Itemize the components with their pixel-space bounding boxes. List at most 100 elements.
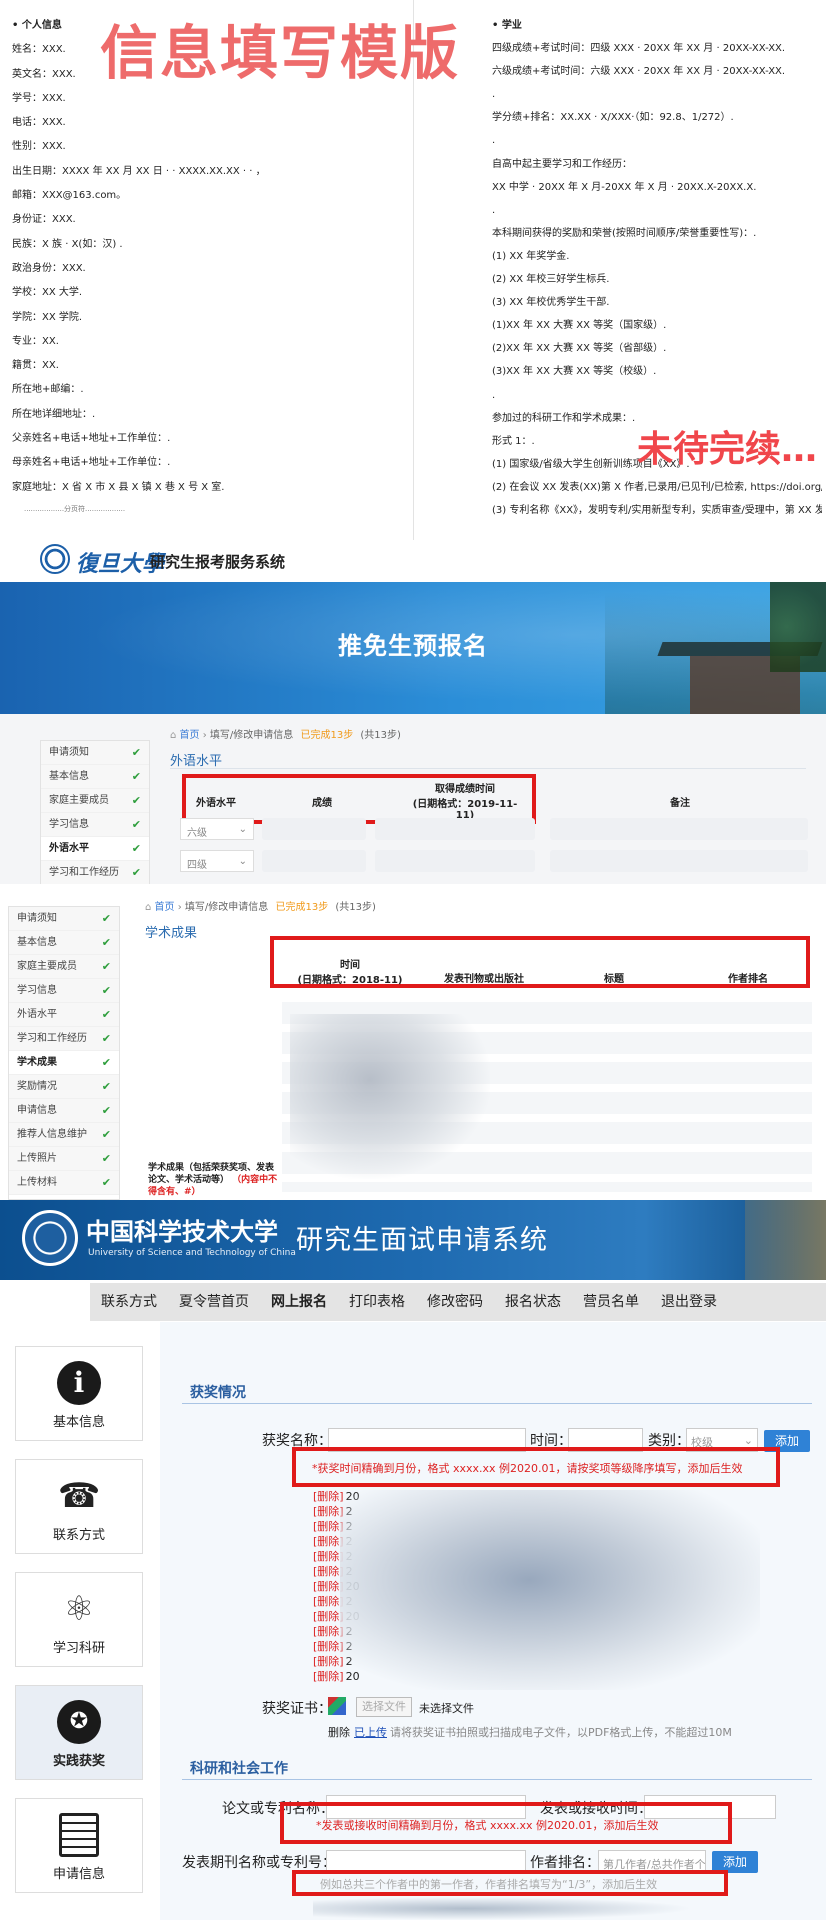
ustc-emblem-icon — [22, 1210, 78, 1266]
sidebar-item[interactable]: 外语水平 ✔ — [41, 837, 149, 861]
sidebar-item[interactable]: 学习信息 ✔ — [41, 813, 149, 837]
nav-item[interactable]: 网上报名 — [260, 1283, 338, 1321]
template-line: 邮箱：XXX@163.com。 — [12, 190, 127, 202]
check-icon: ✔ — [101, 936, 111, 949]
sidebar-item[interactable]: 申请须知 ✔ — [41, 741, 149, 765]
template-line: 民族：X 族 · X(如：汉) . — [12, 238, 123, 250]
delete-link[interactable]: [删除] — [313, 1520, 344, 1533]
tile-basic-info[interactable]: i 基本信息 — [15, 1346, 143, 1441]
language-select-2[interactable]: 四级 ⌄ — [180, 850, 254, 872]
nav-item[interactable]: 报名状态 — [494, 1283, 572, 1321]
sidebar-item-label: 学习信息 — [17, 985, 57, 996]
template-line: 政治身份：XXX. — [12, 262, 86, 274]
template-line: (3) 专利名称《XX》，发明专利/实用新型专利，实质审查/受理中，第 XX 发… — [492, 504, 822, 516]
template-document: • 个人信息 姓名：XXX. 英文名：XXX. 学号：XXX. 电话：XXX. 性别：XX… — [0, 0, 826, 540]
delete-link[interactable]: [删除] — [313, 1550, 344, 1563]
cert-delete-link[interactable]: 删除 — [328, 1724, 350, 1740]
date-input-2[interactable] — [375, 850, 535, 872]
breadcrumb-home[interactable]: 首页 — [180, 730, 200, 741]
template-line: 自高中起主要学习和工作经历： — [492, 158, 632, 170]
template-line: 身份证：XXX. — [12, 214, 76, 226]
sidebar-item[interactable]: 基本信息 ✔ — [41, 765, 149, 789]
delete-link[interactable]: [删除] — [313, 1505, 344, 1518]
remark-input-2[interactable] — [550, 850, 808, 872]
score-input-1[interactable] — [262, 818, 366, 840]
ustc-system-name: 研究生面试申请系统 — [296, 1225, 548, 1256]
fudan-language-screen: 申请须知 ✔ 基本信息 ✔ 家庭主要成员 ✔ 学习信息 ✔ 外语水平 ✔ 学习和工作经历 ✔ ⌂ 首页… — [0, 714, 826, 888]
template-line: . — [492, 89, 496, 101]
uploaded-link[interactable]: 已上传 — [354, 1724, 387, 1740]
template-line: (2) XX 年校三好学生标兵. — [492, 274, 610, 286]
tile-research[interactable]: ⚛ 学习科研 — [15, 1572, 143, 1667]
nav-item[interactable]: 打印表格 — [338, 1283, 416, 1321]
check-icon: ✔ — [131, 794, 141, 807]
sidebar-item[interactable]: 学习和工作经历 ✔ — [9, 1027, 119, 1051]
delete-link[interactable]: [删除] — [313, 1625, 344, 1638]
sidebar-item[interactable]: 申请须知 ✔ — [9, 907, 119, 931]
language-select-1[interactable]: 六级 ⌄ — [180, 818, 254, 840]
sidebar-item[interactable]: 推荐人信息维护 ✔ — [9, 1123, 119, 1147]
delete-link[interactable]: [删除] — [313, 1535, 344, 1548]
nav-item[interactable]: 退出登录 — [650, 1283, 728, 1321]
template-line: 所在地详细地址：. — [12, 408, 96, 420]
check-icon: ✔ — [131, 866, 141, 879]
template-line: 父亲姓名+电话+地址+工作单位：. — [12, 433, 171, 445]
delete-link[interactable]: [删除] — [313, 1595, 344, 1608]
total-steps-label: (共13步) — [360, 730, 401, 741]
template-line: 电话：XXX. — [12, 117, 66, 129]
nav-item[interactable]: 联系方式 — [90, 1283, 168, 1321]
template-line: 性别：XXX. — [12, 141, 66, 153]
tile-application[interactable]: 申请信息 — [15, 1798, 143, 1893]
sidebar-item-label: 学术成果 — [17, 1057, 57, 1068]
delete-link[interactable]: [删除] — [313, 1655, 344, 1668]
delete-link[interactable]: [删除] — [313, 1580, 344, 1593]
sidebar-item-label: 家庭主要成员 — [17, 961, 77, 972]
template-line: (2)XX 年 XX 大赛 XX 等奖（省部级）. — [492, 343, 667, 355]
delete-link[interactable]: [删除] — [313, 1565, 344, 1578]
delete-link[interactable]: [删除] — [313, 1490, 344, 1503]
remark-input-1[interactable] — [550, 818, 808, 840]
sidebar-item[interactable]: 申请信息 ✔ — [9, 1099, 119, 1123]
score-input-2[interactable] — [262, 850, 366, 872]
progress-label: 已完成13步 — [300, 730, 354, 741]
nav-item[interactable]: 夏令营首页 — [168, 1283, 260, 1321]
delete-link[interactable]: [删除] — [313, 1640, 344, 1653]
col-time-format: (日期格式：2018-11) — [297, 975, 403, 986]
template-line: 本科期间获得的奖励和荣誉(按照时间顺序/荣誉重要性写)：. — [492, 227, 757, 239]
col-date: 取得成绩时间 (日期格式：2019-11-11) — [410, 780, 520, 821]
sidebar-item[interactable]: 家庭主要成员 ✔ — [9, 955, 119, 979]
mosaic-blur — [290, 1014, 490, 1179]
check-icon: ✔ — [101, 984, 111, 997]
sidebar-item[interactable]: 学术成果 ✔ — [9, 1051, 119, 1075]
sidebar-item-label: 学习和工作经历 — [17, 1033, 87, 1044]
template-line: . — [492, 204, 496, 216]
sidebar-item-label: 申请须知 — [17, 913, 57, 924]
nav-item[interactable]: 营员名单 — [572, 1283, 650, 1321]
breadcrumb-path-2: 填写/修改申请信息 — [184, 902, 269, 913]
template-line: 学分绩+排名：XX.XX · X/XXX·（如：92.8、1/272）. — [492, 112, 734, 124]
tile-contact[interactable]: ☎ 联系方式 — [15, 1459, 143, 1554]
sidebar-item[interactable]: 外语水平 ✔ — [9, 1003, 119, 1027]
date-input-1[interactable] — [375, 818, 535, 840]
sidebar-item[interactable]: 奖励情况 ✔ — [9, 1075, 119, 1099]
tile-label: 联系方式 — [52, 1528, 105, 1543]
sidebar-item[interactable]: 学习和工作经历 ✔ — [41, 861, 149, 885]
no-file-label: 未选择文件 — [419, 1702, 474, 1715]
template-line: (1)XX 年 XX 大赛 XX 等奖（国家级）. — [492, 320, 667, 332]
sidebar-item[interactable]: 基本信息 ✔ — [9, 931, 119, 955]
sidebar-item[interactable]: 上传照片 ✔ — [9, 1147, 119, 1171]
sidebar-item[interactable]: 上传材料 ✔ — [9, 1171, 119, 1195]
tile-awards[interactable]: ✪ 实践获奖 — [15, 1685, 143, 1780]
template-line: 出生日期：XXXX 年 XX 月 XX 日 · · XXXX.XX.XX · ·… — [12, 165, 266, 177]
check-icon: ✔ — [101, 1080, 111, 1093]
template-line: XX 中学 · 20XX 年 X 月-20XX 年 X 月 · 20XX.X-2… — [492, 181, 757, 193]
choose-file-button[interactable]: 选择文件 — [356, 1697, 412, 1717]
sidebar-item[interactable]: 家庭主要成员 ✔ — [41, 789, 149, 813]
cert-note: 请将获奖证书拍照或扫描成电子文件，以PDF格式上传，不能超过10M — [390, 1726, 732, 1739]
delete-link[interactable]: [删除] — [313, 1610, 344, 1623]
delete-link[interactable]: [删除] — [313, 1670, 344, 1683]
author-hint: 例如总共三个作者中的第一作者，作者排名填写为“1/3”，添加后生效 — [320, 1878, 658, 1891]
breadcrumb-home-2[interactable]: 首页 — [155, 902, 175, 913]
nav-item[interactable]: 修改密码 — [416, 1283, 494, 1321]
sidebar-item[interactable]: 学习信息 ✔ — [9, 979, 119, 1003]
